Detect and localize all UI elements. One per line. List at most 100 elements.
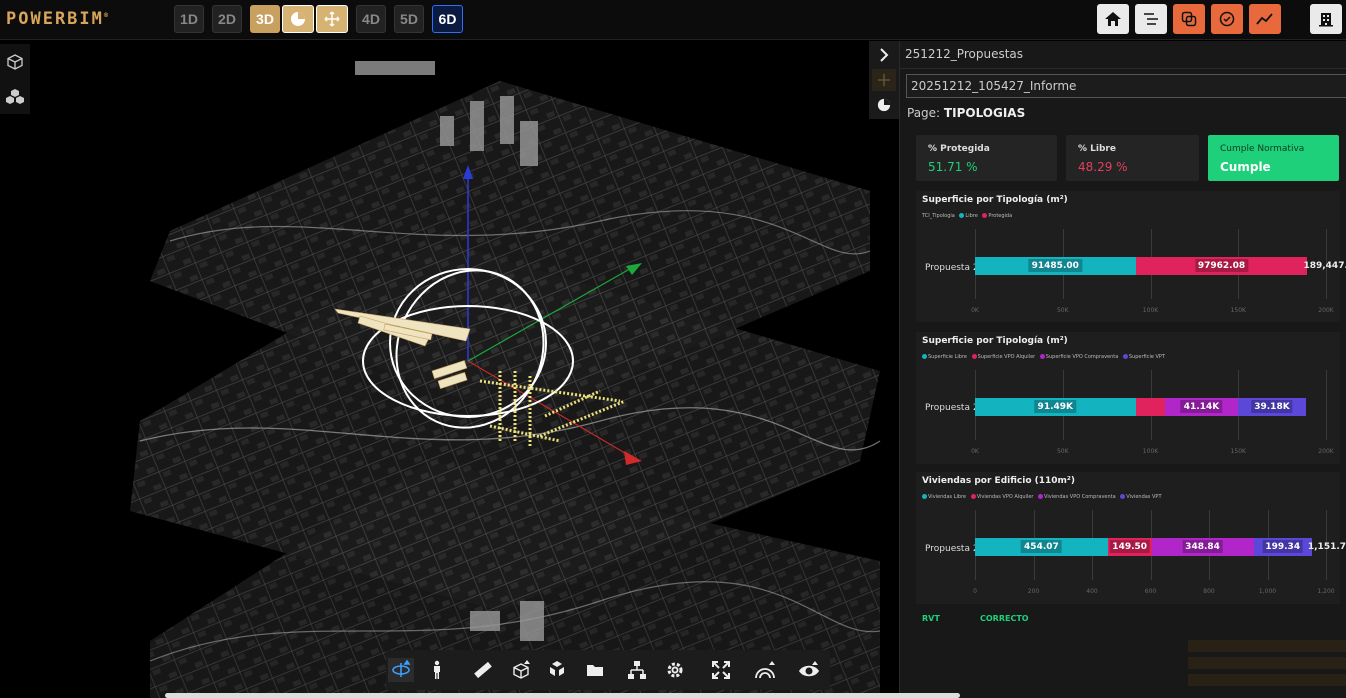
data-label: 91.49K <box>1034 400 1077 413</box>
settings-gear-icon[interactable] <box>662 658 688 682</box>
dimension-3d-button[interactable]: 3D <box>250 5 280 33</box>
legend-item: Viviendas VPO Alquiler <box>976 494 1034 500</box>
home-icon[interactable] <box>1097 4 1129 34</box>
x-tick-label: 400 <box>1086 588 1098 595</box>
model-tree-icon[interactable] <box>624 658 650 682</box>
data-label: 97962.08 <box>1194 259 1249 272</box>
bar-segment[interactable] <box>1135 398 1166 416</box>
x-tick-label: 1,000 <box>1258 588 1277 595</box>
report-name-field[interactable]: 20251212_105427_Informe <box>906 74 1346 98</box>
3d-viewport[interactable] <box>0 41 899 698</box>
legend-dot <box>970 494 976 499</box>
x-tick-label: 150K <box>1230 307 1246 314</box>
bar-segment[interactable]: 348.84 <box>1151 538 1254 556</box>
x-tick-label: 1,200 <box>1317 588 1335 595</box>
kpi-card-libre: % Libre 48.29 % <box>1066 135 1199 181</box>
legend-title: TCI_Tipologia <box>922 213 955 219</box>
legend-dot <box>922 494 927 499</box>
category-label: Propuesta 2 <box>925 544 979 554</box>
chart-legend: TCI_Tipologia Libre Protegida <box>922 213 1012 219</box>
left-viewport-tools <box>0 44 30 114</box>
x-tick-label: 50K <box>1056 448 1069 455</box>
x-tick-label: 100K <box>1142 448 1159 455</box>
data-label: 454.07 <box>1021 540 1062 553</box>
legend-item: Viviendas Libre <box>928 494 967 500</box>
x-tick-label: 0K <box>971 307 979 314</box>
top-toolbar: POWERBIM® 1D 2D 3D 4D 5D 6D <box>0 0 1346 40</box>
kpi-label: % Libre <box>1078 144 1116 154</box>
pie-chart-icon[interactable] <box>282 5 314 33</box>
bar-segment[interactable]: 41.14K <box>1165 398 1238 416</box>
visibility-eye-icon[interactable] <box>796 658 822 682</box>
legend-item: Superficie Libre <box>928 354 967 360</box>
x-tick-label: 100K <box>1142 307 1159 314</box>
fullscreen-icon[interactable] <box>708 658 734 682</box>
bar-segment[interactable]: 149.50 <box>1107 538 1152 556</box>
legend-item: Protegida <box>988 213 1013 219</box>
bar-segment[interactable]: 454.07 <box>975 538 1108 556</box>
list-menu-icon[interactable] <box>1135 4 1167 34</box>
dimension-5d-button[interactable]: 5D <box>394 5 424 33</box>
dimension-4d-button[interactable]: 4D <box>356 5 386 33</box>
ruler-icon[interactable] <box>470 658 496 682</box>
orbit-icon[interactable] <box>388 658 414 682</box>
horizontal-scrollbar[interactable] <box>165 693 960 698</box>
dimension-2d-button[interactable]: 2D <box>212 5 242 33</box>
copy-layers-icon[interactable] <box>1173 4 1205 34</box>
panel-breadcrumb: 251212_Propuestas <box>905 47 1024 61</box>
bar-segment[interactable]: 199.34 <box>1253 538 1312 556</box>
dimension-1d-button[interactable]: 1D <box>174 5 204 33</box>
chart-legend: Superficie Libre Superficie VPO Alquiler… <box>922 354 1165 360</box>
category-label: Propuesta 2 <box>925 403 979 413</box>
panel-divider <box>900 68 1346 69</box>
legend-dot <box>959 213 965 218</box>
chart-viviendas-edificio: Viviendas por Edificio (110m²) Viviendas… <box>916 472 1346 604</box>
city-model-scene <box>130 61 881 698</box>
check-circle-icon[interactable] <box>1211 4 1243 34</box>
kpi-card-protegida: % Protegida 51.71 % <box>916 135 1057 181</box>
cubes-group-icon[interactable] <box>3 84 27 108</box>
kpi-card-cumple: Cumple Normativa Cumple <box>1208 135 1339 181</box>
data-label: 91485.00 <box>1028 259 1082 272</box>
legend-dot <box>922 354 927 359</box>
data-label: 199.34 <box>1262 540 1304 553</box>
environment-dome-icon[interactable] <box>752 658 778 682</box>
explode-model-icon[interactable] <box>544 658 570 682</box>
data-label: 348.84 <box>1182 540 1223 553</box>
walk-person-icon[interactable] <box>424 658 450 682</box>
footer-status-label: CORRECTO <box>980 614 1029 623</box>
x-tick-label: 200K <box>1318 448 1334 455</box>
bar-segment[interactable]: 91485.00 <box>975 257 1136 275</box>
chart-title: Viviendas por Edificio (110m²) <box>922 476 1075 486</box>
move-icon[interactable] <box>872 69 896 91</box>
cube-icon[interactable] <box>3 50 27 74</box>
kpi-label: % Protegida <box>928 144 990 154</box>
legend-dot <box>1120 494 1126 499</box>
folder-icon[interactable] <box>582 658 608 682</box>
section-box-icon[interactable] <box>508 658 534 682</box>
pie-chart-panel-icon[interactable] <box>872 94 896 116</box>
report-panel: 251212_Propuestas 20251212_105427_Inform… <box>899 41 1346 698</box>
bar-segment[interactable]: 97962.08 <box>1135 257 1308 275</box>
legend-dot <box>1038 494 1044 499</box>
dimension-6d-button[interactable]: 6D <box>432 5 463 33</box>
bar-segment[interactable]: 91.49K <box>975 398 1136 416</box>
total-label: 1,151.76 <box>1307 542 1346 552</box>
x-tick-label: 50K <box>1056 307 1069 314</box>
chevron-right-icon[interactable] <box>872 44 896 66</box>
chart-superficie-tipologia-detalle: Superficie por Tipología (m²) Superficie… <box>916 332 1340 464</box>
bar-segment[interactable]: 39.18K <box>1237 398 1307 416</box>
building-icon[interactable] <box>1310 4 1342 34</box>
data-label: 39.18K <box>1251 400 1293 413</box>
move-arrows-icon[interactable] <box>316 5 348 33</box>
x-tick-label: 150K <box>1230 448 1246 455</box>
x-tick-label: 200 <box>1027 588 1040 595</box>
kpi-label: Cumple Normativa <box>1220 144 1305 154</box>
x-tick-label: 0 <box>973 588 977 595</box>
viewer-bottom-toolbar <box>386 650 830 690</box>
legend-item: Viviendas VPT <box>1126 494 1162 500</box>
legend-item: Libre <box>965 213 978 219</box>
legend-item: Viviendas VPO Compraventa <box>1044 494 1116 500</box>
total-label: 189,447.08 <box>1303 261 1346 271</box>
trend-line-icon[interactable] <box>1249 4 1281 34</box>
